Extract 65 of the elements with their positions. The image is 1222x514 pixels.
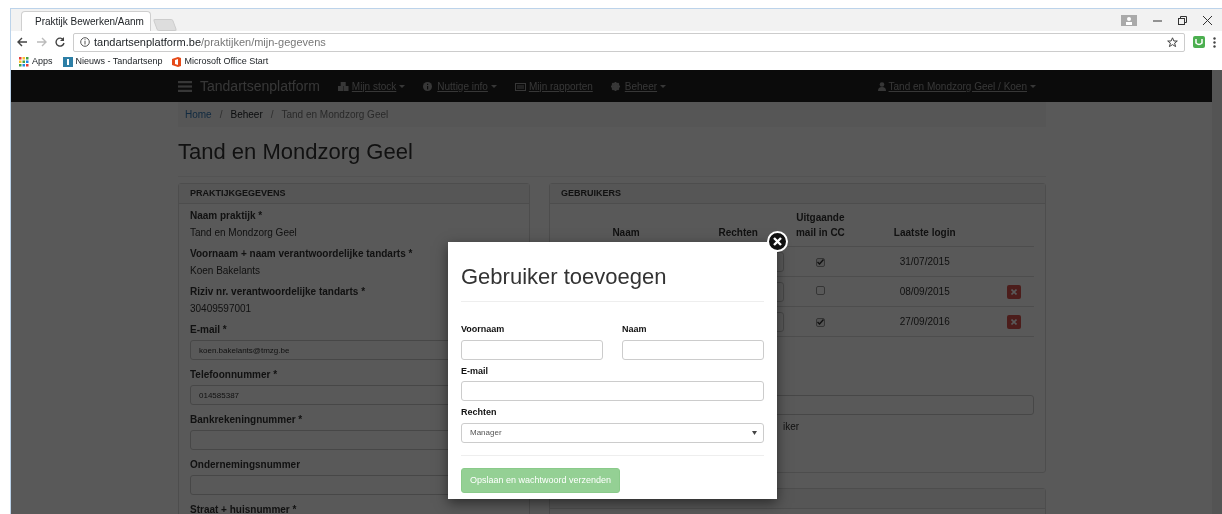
checkbox[interactable] <box>815 286 825 295</box>
breadcrumb-separator: / <box>270 108 274 122</box>
info-icon <box>423 81 435 91</box>
page-title: Tand en Mondzorg Geel <box>178 135 1046 177</box>
scrollbar[interactable] <box>1212 70 1222 514</box>
column-header: Laatste login <box>855 204 994 247</box>
back-icon[interactable] <box>17 37 28 47</box>
bookmark-link[interactable]: Microsoft Office Start <box>172 54 269 69</box>
field-label: Bankrekeningnummer * <box>190 413 303 427</box>
new-tab-button[interactable] <box>152 19 178 31</box>
reload-icon[interactable] <box>55 37 65 47</box>
checkbox[interactable] <box>815 257 825 267</box>
remove-icon <box>1011 319 1017 325</box>
remove-icon <box>1011 289 1017 295</box>
site-icon <box>62 56 73 67</box>
checkbox[interactable] <box>815 317 825 327</box>
breadcrumb-link[interactable]: Home <box>185 107 212 122</box>
field-label: Voornaam + naam verantwoordelijke tandarts * <box>190 247 413 261</box>
info-icon <box>80 37 90 47</box>
caret-icon <box>752 430 757 435</box>
apps-icon <box>19 56 29 67</box>
forward-icon[interactable] <box>36 37 47 47</box>
delete-button[interactable] <box>1007 285 1021 299</box>
input-field[interactable] <box>622 339 764 360</box>
card-icon <box>514 81 526 91</box>
field-label: Voornaam <box>461 323 506 336</box>
bookmark-link[interactable]: Apps <box>19 54 53 69</box>
field-value: Koen Bakelants <box>190 264 261 278</box>
profile-icon[interactable] <box>1121 14 1137 26</box>
field-label: E-mail * <box>190 323 227 337</box>
gear-icon <box>610 81 622 91</box>
help-text: iker <box>783 420 800 434</box>
field-label: Riziv nr. verantwoordelijke tandarts * <box>190 285 366 299</box>
panel-heading: GEBRUIKERS <box>550 184 1045 204</box>
field-label: Naam <box>622 323 648 336</box>
field-label: Telefoonnummer * <box>190 368 278 382</box>
input-field[interactable] <box>461 339 603 360</box>
star-icon[interactable] <box>1167 36 1178 48</box>
table-cell: 27/09/2016 <box>855 306 994 337</box>
field-label: Naam praktijk * <box>190 209 263 223</box>
field-value: 30409597001 <box>190 302 252 316</box>
breadcrumb-link[interactable]: Beheer <box>230 107 263 122</box>
close-icon[interactable] <box>1203 15 1212 25</box>
field-value: Tand en Mondzorg Geel <box>190 226 297 240</box>
menu-icon[interactable] <box>1213 36 1216 48</box>
input-field[interactable] <box>461 381 764 401</box>
restore-icon[interactable] <box>1178 15 1187 25</box>
url-text[interactable]: tandartsenplatform.be/praktijken/mijn-gegevens <box>94 33 326 51</box>
table-cell: 08/09/2015 <box>855 276 994 307</box>
delete-button[interactable] <box>1007 315 1021 329</box>
select-field[interactable]: Manager <box>461 422 764 443</box>
user-icon <box>877 81 886 91</box>
field-label: Ondernemingsnummer <box>190 458 301 472</box>
breadcrumb-separator: / <box>219 108 223 122</box>
extension-icon[interactable] <box>1193 36 1205 48</box>
browser-tab[interactable]: Praktijk Bewerken/Aanm <box>21 11 151 31</box>
cubes-icon <box>337 81 349 91</box>
bookmark-link[interactable]: Nieuws - Tandartsenp <box>62 54 163 69</box>
field-label: E-mail <box>461 364 489 378</box>
table-cell: 31/07/2015 <box>855 246 994 277</box>
field-label: Rechten <box>461 406 498 419</box>
field-label: Straat + huisnummer * <box>190 503 297 514</box>
office-icon <box>172 56 182 67</box>
modal-title: Gebruiker toevoegen <box>461 260 764 302</box>
panel-heading: PRAKTIJKGEGEVENS <box>179 184 529 204</box>
